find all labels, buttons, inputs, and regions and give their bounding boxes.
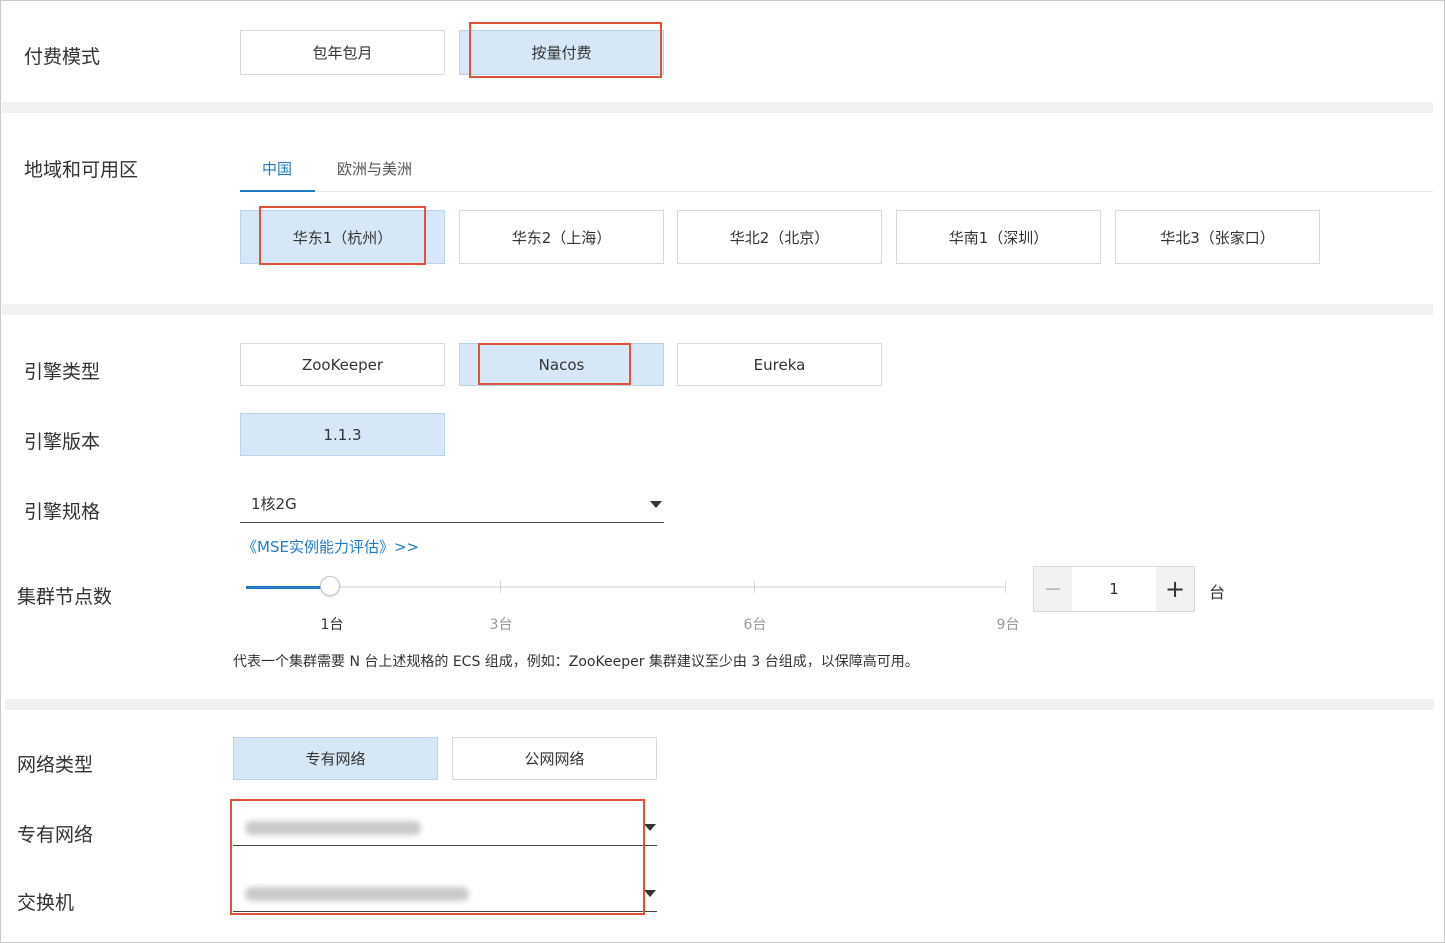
engine-spec-value: 1核2G xyxy=(251,495,297,513)
engine-version-label: 引擎版本 xyxy=(24,431,101,453)
slider-handle[interactable] xyxy=(320,576,340,596)
vswitch-select[interactable] xyxy=(233,874,657,912)
engine-spec-select[interactable]: 1核2G xyxy=(240,486,664,523)
engine-option-nacos[interactable]: Nacos xyxy=(459,343,664,386)
vpc-select[interactable] xyxy=(233,808,657,846)
vpc-label: 专有网络 xyxy=(17,824,94,846)
slider-tick-label: 1台 xyxy=(320,617,344,633)
network-type-label: 网络类型 xyxy=(17,754,94,776)
billing-option-subscription[interactable]: 包年包月 xyxy=(240,30,445,75)
tab-active-indicator xyxy=(240,190,315,192)
region-option-shenzhen[interactable]: 华南1（深圳） xyxy=(896,210,1101,264)
node-count-stepper: − 1 + xyxy=(1033,566,1195,612)
engine-option-eureka[interactable]: Eureka xyxy=(677,343,882,386)
tab-europe-america[interactable]: 欧洲与美洲 xyxy=(337,158,412,179)
engine-version-option[interactable]: 1.1.3 xyxy=(240,413,445,456)
network-option-vpc[interactable]: 专有网络 xyxy=(233,737,438,780)
vswitch-value-redacted xyxy=(245,887,469,901)
node-unit-label: 台 xyxy=(1209,583,1226,602)
nodes-hint: 代表一个集群需要 N 台上述规格的 ECS 组成，例如：ZooKeeper 集群… xyxy=(233,654,919,670)
network-option-public[interactable]: 公网网络 xyxy=(452,737,657,780)
mse-eval-link[interactable]: 《MSE实例能力评估》>> xyxy=(242,536,419,557)
increment-button[interactable]: + xyxy=(1156,567,1194,611)
slider-rail xyxy=(246,586,1006,588)
engine-option-zookeeper[interactable]: ZooKeeper xyxy=(240,343,445,386)
decrement-button[interactable]: − xyxy=(1034,567,1072,611)
slider-tick xyxy=(1005,581,1006,593)
slider-tick xyxy=(754,581,755,593)
region-option-beijing[interactable]: 华北2（北京） xyxy=(677,210,882,264)
page-frame xyxy=(0,0,1445,943)
slider-tick-label: 3台 xyxy=(489,617,513,633)
billing-mode-label: 付费模式 xyxy=(24,46,101,68)
engine-type-label: 引擎类型 xyxy=(24,361,101,383)
chevron-down-icon xyxy=(644,824,656,831)
slider-track xyxy=(246,586,330,589)
engine-spec-label: 引擎规格 xyxy=(24,501,101,523)
vpc-value-redacted xyxy=(245,821,421,835)
region-label: 地域和可用区 xyxy=(24,159,139,181)
region-option-zhangjiakou[interactable]: 华北3（张家口） xyxy=(1115,210,1320,264)
vswitch-label: 交换机 xyxy=(17,892,75,914)
section-separator xyxy=(5,699,1434,710)
nodes-label: 集群节点数 xyxy=(17,586,113,608)
chevron-down-icon xyxy=(644,890,656,897)
section-separator xyxy=(2,304,1433,315)
slider-tick-label: 6台 xyxy=(743,617,767,633)
slider-tick-label: 9台 xyxy=(996,617,1020,633)
section-separator xyxy=(2,102,1433,113)
region-option-shanghai[interactable]: 华东2（上海） xyxy=(459,210,664,264)
billing-option-pay-as-you-go[interactable]: 按量付费 xyxy=(459,30,664,75)
tab-china[interactable]: 中国 xyxy=(262,158,292,179)
node-count-input[interactable]: 1 xyxy=(1072,567,1156,611)
tab-divider xyxy=(240,191,1433,192)
region-option-hangzhou[interactable]: 华东1（杭州） xyxy=(240,210,445,264)
slider-tick xyxy=(500,581,501,593)
chevron-down-icon xyxy=(650,501,662,508)
